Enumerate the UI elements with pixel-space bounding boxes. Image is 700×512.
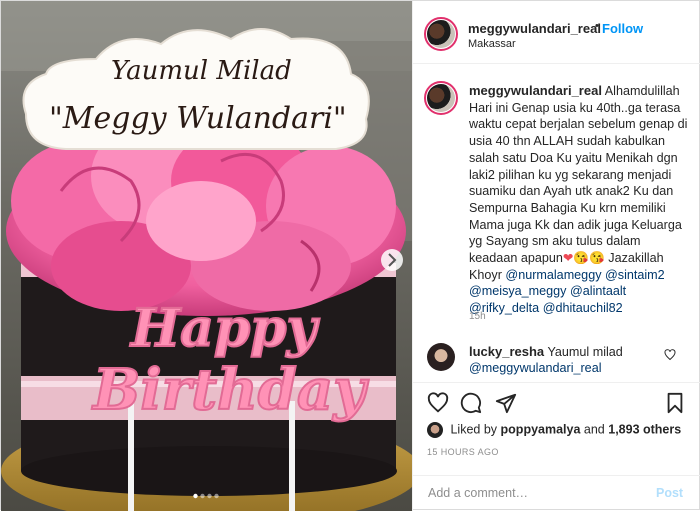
caption-text: Alhamdulillah Hari ini Genap usia ku 40t… xyxy=(469,84,688,266)
likes-prefix: Liked by xyxy=(450,422,498,437)
avatar-image xyxy=(427,20,455,48)
comment-like-heart-icon[interactable] xyxy=(664,349,676,361)
mention-link[interactable]: @meisya_meggy xyxy=(469,284,566,298)
header-separator: • xyxy=(595,20,599,32)
scroll-fade xyxy=(469,373,639,382)
heart-icon[interactable] xyxy=(427,392,449,414)
post-side-panel: meggywulandari_real • Follow Makassar me… xyxy=(412,1,700,511)
mention-link[interactable]: @sintaim2 xyxy=(605,268,665,282)
caption: meggywulandari_real Alhamdulillah Hari i… xyxy=(469,83,691,317)
mention-link[interactable]: @alintaalt xyxy=(570,284,626,298)
caption-avatar[interactable] xyxy=(424,81,458,115)
post-actions: Liked by poppyamalya and 1,893 others 15… xyxy=(413,382,700,511)
cake-text-happy: Happy xyxy=(129,298,321,359)
topper-line-1: Yaumul Milad xyxy=(111,56,292,86)
likes-middle: and xyxy=(583,422,605,437)
caption-username[interactable]: meggywulandari_real xyxy=(469,83,602,98)
carousel-dot xyxy=(207,493,212,499)
carousel-dot xyxy=(214,493,219,499)
comment-icon[interactable] xyxy=(460,392,482,414)
carousel-dot xyxy=(200,493,205,499)
commenter-avatar[interactable] xyxy=(427,343,455,371)
comments-area[interactable]: meggywulandari_real Alhamdulillah Hari i… xyxy=(413,64,700,382)
comment-text: Yaumul milad xyxy=(547,345,623,359)
liker-avatar[interactable] xyxy=(427,422,443,438)
comment-username[interactable]: lucky_resha xyxy=(469,344,544,359)
cake-photo: Yaumul Milad "Meggy Wulandari" Happy Bir… xyxy=(1,1,412,511)
caption-avatar-image xyxy=(427,84,455,112)
likes-count[interactable]: 1,893 others xyxy=(608,422,681,436)
post-media[interactable]: Yaumul Milad "Meggy Wulandari" Happy Bir… xyxy=(1,1,412,511)
cake-text-birthday: Birthday xyxy=(91,357,369,423)
likes-summary[interactable]: Liked by poppyamalya and 1,893 others xyxy=(427,422,681,438)
bookmark-icon[interactable] xyxy=(664,392,686,414)
liker-username[interactable]: poppyamalya xyxy=(501,422,581,436)
send-icon[interactable] xyxy=(495,392,517,414)
caption-emoji: ❤😘😘 xyxy=(562,251,605,266)
post-timestamp[interactable]: 15 HOURS AGO xyxy=(427,447,499,457)
topper-line-2: "Meggy Wulandari" xyxy=(49,101,347,136)
post-comment-button[interactable]: Post xyxy=(656,486,683,500)
comment: lucky_resha Yaumul milad @meggywulandari… xyxy=(469,344,669,376)
carousel-next-button[interactable] xyxy=(381,249,403,271)
comment-input[interactable] xyxy=(426,485,640,501)
follow-button[interactable]: Follow xyxy=(602,21,643,36)
post-header: meggywulandari_real • Follow Makassar xyxy=(413,1,700,64)
instagram-post: Yaumul Milad "Meggy Wulandari" Happy Bir… xyxy=(0,0,700,511)
header-username[interactable]: meggywulandari_real xyxy=(468,21,601,36)
carousel-dot xyxy=(193,493,198,499)
location-link[interactable]: Makassar xyxy=(468,38,516,50)
add-comment-bar: Post xyxy=(413,475,700,512)
caption-time[interactable]: 15h xyxy=(469,311,486,322)
mention-link[interactable]: @nurmalameggy xyxy=(505,268,601,282)
mention-link[interactable]: @dhitauchil82 xyxy=(543,301,623,315)
avatar[interactable] xyxy=(424,17,458,51)
